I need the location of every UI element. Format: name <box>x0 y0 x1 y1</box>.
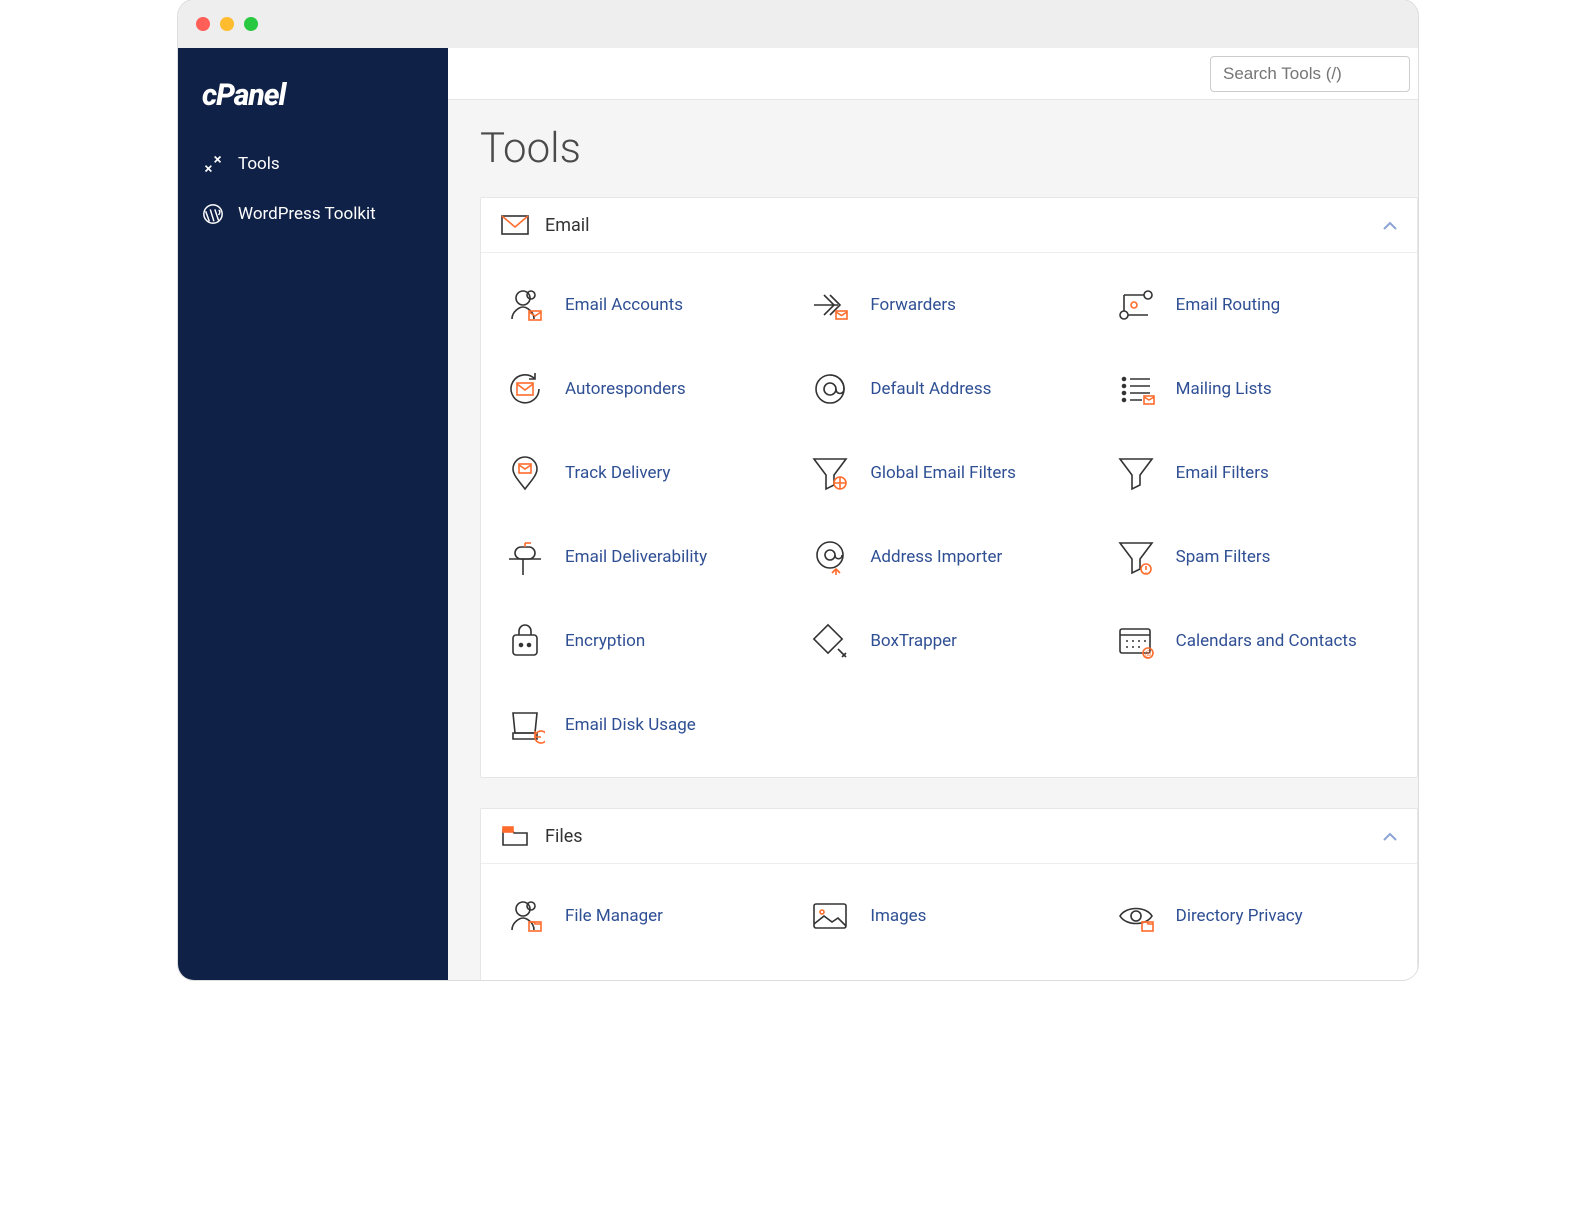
tool-label: Email Disk Usage <box>565 715 696 735</box>
app-window: cPanel Tools WordPress Toolki <box>178 0 1418 980</box>
search-input[interactable] <box>1210 56 1410 92</box>
tool-address-importer[interactable]: Address Importer <box>796 519 1101 595</box>
tool-mailing-lists[interactable]: Mailing Lists <box>1102 351 1407 427</box>
tool-disk-usage[interactable]: Disk Usage <box>491 962 796 980</box>
global-email-filters-icon <box>808 451 852 495</box>
tool-label: Calendars and Contacts <box>1176 631 1357 651</box>
tool-images[interactable]: Images <box>796 878 1101 954</box>
tool-web-disk[interactable]: Web Disk <box>796 962 1101 980</box>
ftp-accounts-icon: FTP <box>1114 978 1158 980</box>
maximize-window-button[interactable] <box>244 17 258 31</box>
sidebar-item-label: WordPress Toolkit <box>238 204 376 224</box>
titlebar <box>178 0 1418 48</box>
address-importer-icon <box>808 535 852 579</box>
tool-label: Email Routing <box>1176 295 1280 315</box>
panel-email: Email Email Accounts Forwarders <box>480 197 1418 778</box>
tool-boxtrapper[interactable]: BoxTrapper <box>796 603 1101 679</box>
email-filters-icon <box>1114 451 1158 495</box>
panel-body-files: File Manager Images Directory Privacy <box>481 864 1417 980</box>
files-section-icon <box>501 825 529 847</box>
chevron-up-icon <box>1383 215 1397 236</box>
tool-calendars-contacts[interactable]: @ Calendars and Contacts <box>1102 603 1407 679</box>
tool-track-delivery[interactable]: Track Delivery <box>491 435 796 511</box>
tool-global-email-filters[interactable]: Global Email Filters <box>796 435 1101 511</box>
track-delivery-icon <box>503 451 547 495</box>
panel-files: Files File Manager Images <box>480 808 1418 980</box>
close-window-button[interactable] <box>196 17 210 31</box>
tool-encryption[interactable]: Encryption <box>491 603 796 679</box>
svg-text:@: @ <box>1145 650 1151 658</box>
spam-filters-icon <box>1114 535 1158 579</box>
autoresponders-icon <box>503 367 547 411</box>
tool-label: Encryption <box>565 631 645 651</box>
logo: cPanel <box>178 68 448 139</box>
tool-email-deliverability[interactable]: Email Deliverability <box>491 519 796 595</box>
panel-body-email: Email Accounts Forwarders Email Routing <box>481 253 1417 777</box>
wordpress-icon <box>202 203 224 225</box>
directory-privacy-icon <box>1114 894 1158 938</box>
sidebar-item-tools[interactable]: Tools <box>178 139 448 189</box>
panel-header-email[interactable]: Email <box>481 198 1417 253</box>
tool-label: Email Accounts <box>565 295 683 315</box>
main-content: Tools Email <box>448 48 1418 980</box>
email-accounts-icon <box>503 283 547 327</box>
tool-label: Email Deliverability <box>565 547 707 567</box>
tool-label: BoxTrapper <box>870 631 957 651</box>
tool-email-disk-usage[interactable]: Email Disk Usage <box>491 687 796 763</box>
tool-default-address[interactable]: Default Address <box>796 351 1101 427</box>
mailing-lists-icon <box>1114 367 1158 411</box>
panel-title: Email <box>545 215 590 236</box>
tool-label: Autoresponders <box>565 379 686 399</box>
tool-label: Images <box>870 906 926 926</box>
tool-label: Track Delivery <box>565 463 670 483</box>
email-routing-icon <box>1114 283 1158 327</box>
sidebar-item-wordpress-toolkit[interactable]: WordPress Toolkit <box>178 189 448 239</box>
default-address-icon <box>808 367 852 411</box>
tool-label: Directory Privacy <box>1176 906 1303 926</box>
page-title: Tools <box>448 100 1418 197</box>
email-section-icon <box>501 214 529 236</box>
disk-usage-icon <box>503 978 547 980</box>
tool-autoresponders[interactable]: Autoresponders <box>491 351 796 427</box>
tool-ftp-accounts[interactable]: FTP FTP Accounts <box>1102 962 1407 980</box>
email-deliverability-icon <box>503 535 547 579</box>
tool-label: Forwarders <box>870 295 956 315</box>
tool-label: Global Email Filters <box>870 463 1016 483</box>
topbar <box>448 48 1418 100</box>
tool-label: Address Importer <box>870 547 1002 567</box>
images-icon <box>808 894 852 938</box>
encryption-icon <box>503 619 547 663</box>
tool-directory-privacy[interactable]: Directory Privacy <box>1102 878 1407 954</box>
tools-icon <box>202 153 224 175</box>
minimize-window-button[interactable] <box>220 17 234 31</box>
tool-label: Mailing Lists <box>1176 379 1272 399</box>
calendars-contacts-icon: @ <box>1114 619 1158 663</box>
email-disk-usage-icon <box>503 703 547 747</box>
tool-label: File Manager <box>565 906 663 926</box>
tool-spam-filters[interactable]: Spam Filters <box>1102 519 1407 595</box>
tool-email-filters[interactable]: Email Filters <box>1102 435 1407 511</box>
tool-label: Default Address <box>870 379 991 399</box>
tool-label: Email Filters <box>1176 463 1269 483</box>
file-manager-icon <box>503 894 547 938</box>
chevron-up-icon <box>1383 826 1397 847</box>
scroll-area[interactable]: Email Email Accounts Forwarders <box>448 197 1418 980</box>
web-disk-icon <box>808 978 852 980</box>
panel-header-files[interactable]: Files <box>481 809 1417 864</box>
boxtrapper-icon <box>808 619 852 663</box>
sidebar: cPanel Tools WordPress Toolki <box>178 48 448 980</box>
panel-title: Files <box>545 826 583 847</box>
tool-email-accounts[interactable]: Email Accounts <box>491 267 796 343</box>
tool-forwarders[interactable]: Forwarders <box>796 267 1101 343</box>
forwarders-icon <box>808 283 852 327</box>
tool-email-routing[interactable]: Email Routing <box>1102 267 1407 343</box>
tool-file-manager[interactable]: File Manager <box>491 878 796 954</box>
sidebar-item-label: Tools <box>238 154 280 174</box>
tool-label: Spam Filters <box>1176 547 1271 567</box>
